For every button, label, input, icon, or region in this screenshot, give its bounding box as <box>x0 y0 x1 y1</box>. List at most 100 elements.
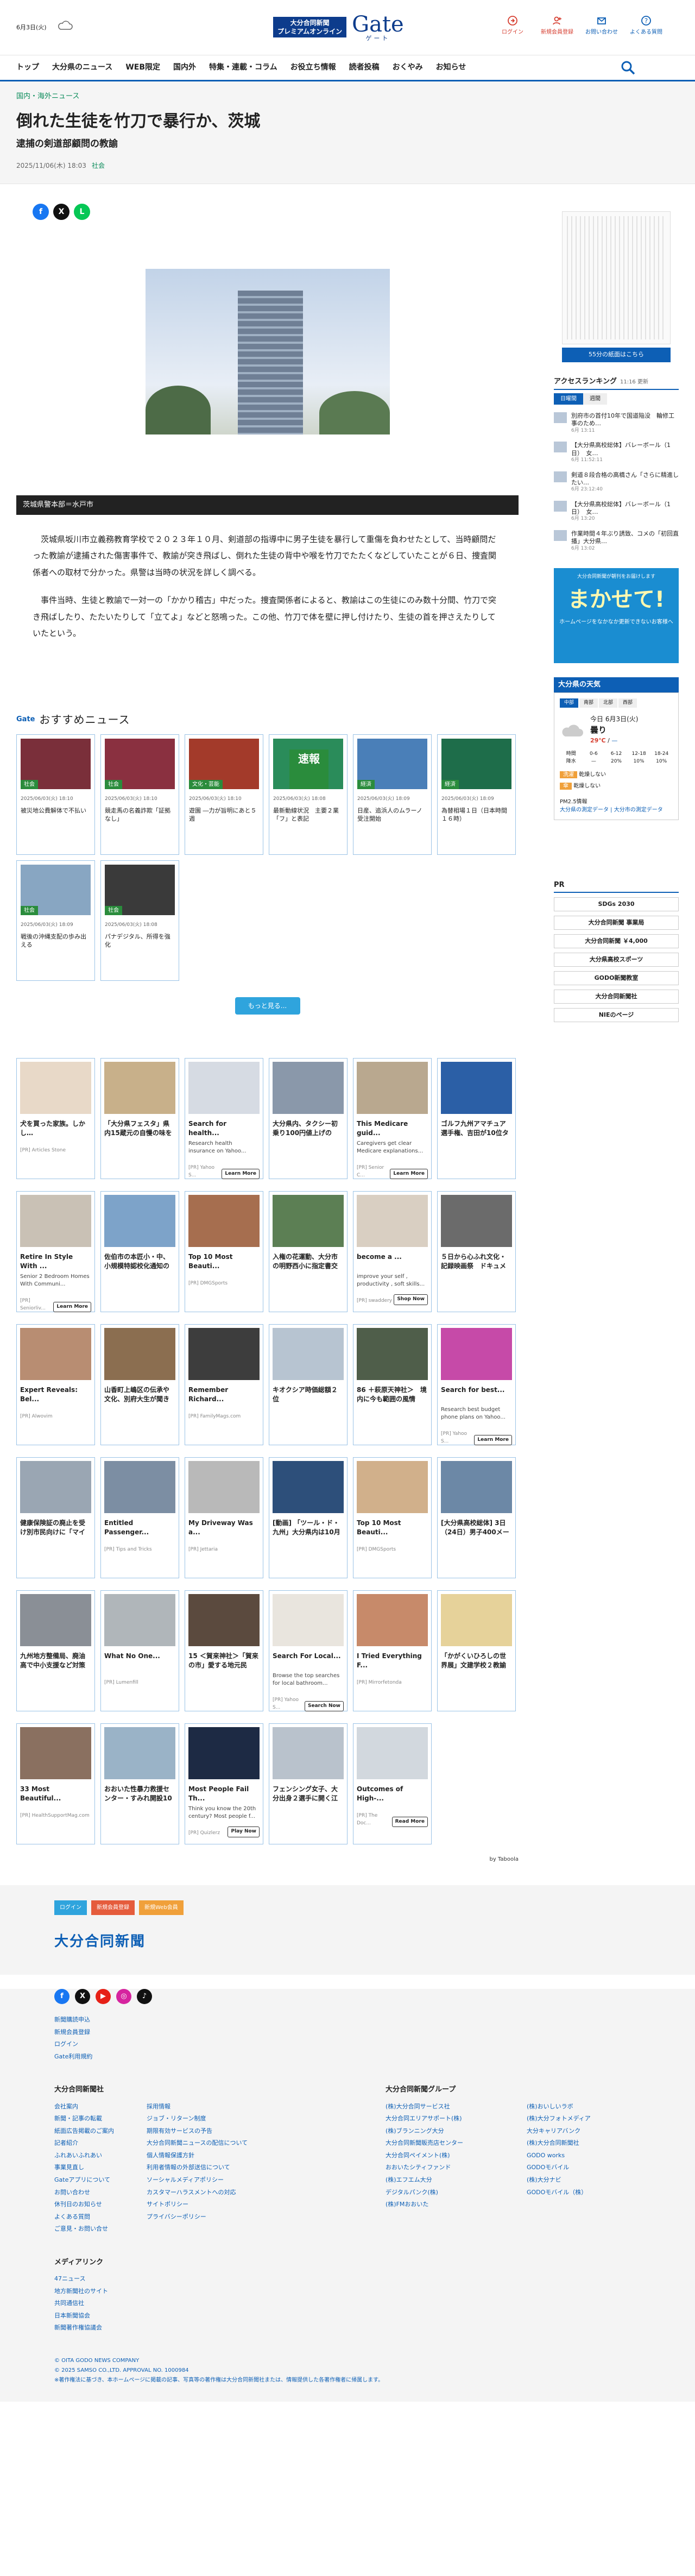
ranking-item[interactable]: 【大分県高校総体】バレーボール（1日） 女… 6月 11:52:11 <box>554 442 679 463</box>
pr-banner[interactable]: NIEのページ <box>554 1007 679 1022</box>
footer-link[interactable]: デジタルパンク(株) <box>386 2187 505 2199</box>
taboola-card[interactable]: 健康保険証の廃止を受け別市民向けに「マイナ保険証ガイド」… <box>16 1457 95 1578</box>
newspaper-thumb[interactable] <box>562 211 671 344</box>
footer-link[interactable]: 紙面広告掲載のご案内 <box>54 2125 125 2138</box>
footer-link[interactable]: 採用情報 <box>147 2101 248 2113</box>
footer-link[interactable]: 期限有効サービスの予告 <box>147 2125 248 2138</box>
taboola-card[interactable]: Top 10 Most Beauti... [PR] DMGSports <box>353 1457 432 1578</box>
recommend-card[interactable]: 社会 2025/06/03(火) 18:08 パナデジタル、所得を強化 <box>100 860 179 981</box>
nav-obituary[interactable]: おくやみ <box>393 62 423 73</box>
pr-banner[interactable]: 大分合同新聞 事業局 <box>554 915 679 930</box>
taboola-cta-button[interactable]: Learn More <box>53 1301 91 1312</box>
taboola-card[interactable]: Search for best... Research best budget p… <box>437 1324 516 1445</box>
footer-link[interactable]: ソーシャルメディアポリシー <box>147 2174 248 2187</box>
footer-link[interactable]: 大分合同新聞ニュースの配信について <box>147 2137 248 2150</box>
x-icon[interactable]: X <box>75 1989 90 2004</box>
taboola-card[interactable]: 入権の花運動、大分市の明野西小に指定書交付 「全校で笑顔の… <box>269 1191 348 1312</box>
weather-tab[interactable]: 西部 <box>618 698 637 708</box>
line-icon[interactable]: L <box>74 204 90 220</box>
footer-link[interactable]: 共同通信社 <box>54 2297 641 2310</box>
footer-link[interactable]: (株)エフエム大分 <box>386 2174 505 2187</box>
site-logo[interactable]: 大分合同新聞 プレミアムオンライン Gate ゲート <box>273 10 423 45</box>
taboola-card[interactable]: 15 ＜賀来神社＞「賀来の市」愛する地元民 <box>185 1590 263 1711</box>
taboola-card[interactable]: [動画] 「ツール・ド・九州」大分県内は10月11日に豊後大野… <box>269 1457 348 1578</box>
breadcrumb[interactable]: 国内・海外ニュース <box>16 91 679 102</box>
recommend-card[interactable]: 社会 2025/06/03(火) 18:10 競走馬の名義詐欺「証拠なし」 <box>100 734 179 855</box>
footer-link[interactable]: ログイン <box>54 2038 641 2051</box>
taboola-card[interactable]: This Medicare guid... Caregivers get clea… <box>353 1058 432 1179</box>
recommend-card[interactable]: 社会 2025/06/03(火) 18:10 被災地公費解体で不払い <box>16 734 95 855</box>
footer-link[interactable]: GODO works <box>527 2150 591 2162</box>
taboola-card[interactable]: 山香町上嶋区の伝承や文化、別府大生が聞き取り 報告書作成へ… <box>100 1324 179 1445</box>
footer-link[interactable]: 新聞著作権協議会 <box>54 2322 641 2334</box>
login-link[interactable]: ログイン <box>496 15 529 36</box>
footer-link[interactable]: お問い合わせ <box>54 2187 125 2199</box>
taboola-cta-button[interactable]: Learn More <box>390 1168 428 1179</box>
paper-button[interactable]: 55分の紙面はこちら <box>562 348 671 362</box>
weather-tab[interactable]: 南部 <box>579 698 598 708</box>
more-button[interactable]: もっと見る... <box>235 997 300 1015</box>
weather-tab[interactable]: 北部 <box>599 698 618 708</box>
footer-link[interactable]: おおいたシティファンド <box>386 2162 505 2174</box>
tiktok-icon[interactable]: ♪ <box>137 1989 152 2004</box>
footer-link[interactable]: 日本新聞協会 <box>54 2310 641 2322</box>
taboola-card[interactable]: 86 ＋萩原天神社＞ 境内に今も範囲の風情 <box>353 1324 432 1445</box>
taboola-card[interactable]: フェンシング女子、大分出身２選手に開く江村「やり切れると… <box>269 1723 348 1844</box>
taboola-cta-button[interactable]: Learn More <box>474 1434 512 1445</box>
taboola-brand[interactable]: by Taboola <box>16 1855 519 1863</box>
footer-link[interactable]: 利用者情報の外部送信について <box>147 2162 248 2174</box>
youtube-icon[interactable]: ▶ <box>96 1989 111 2004</box>
taboola-cta-button[interactable]: Search Now <box>304 1700 344 1711</box>
footer-link[interactable]: プライバシーポリシー <box>147 2211 248 2224</box>
recommend-card[interactable]: 社会 2025/06/03(火) 18:09 戦後の沖縄支配の歩み出える <box>16 860 95 981</box>
x-icon[interactable]: X <box>53 204 70 220</box>
facebook-icon[interactable]: f <box>54 1989 70 2004</box>
ranking-tab-weekly[interactable]: 週間 <box>583 393 607 405</box>
taboola-card[interactable]: 犬を買った家族。しかし… [PR] Articles Stone <box>16 1058 95 1179</box>
taboola-card[interactable]: ５日から心ふれ文化・記録映画祭 ドキュメンタリー中心に… <box>437 1191 516 1312</box>
taboola-card[interactable]: I Tried Everything F... [PR] Mirrorfetond… <box>353 1590 432 1711</box>
footer-link[interactable]: カスタマーハラスメントへの対応 <box>147 2187 248 2199</box>
taboola-card[interactable]: Outcomes of High-... [PR] The Doc... Read … <box>353 1723 432 1844</box>
taboola-card[interactable]: 九州地方整備局、廃油高で中小支援など対策を要望へ 他の分野… <box>16 1590 95 1711</box>
taboola-card[interactable]: Top 10 Most Beauti... [PR] DMGSports <box>185 1191 263 1312</box>
nav-features[interactable]: 特集・連載・コラム <box>209 62 277 73</box>
taboola-cta-button[interactable]: Shop Now <box>394 1294 428 1305</box>
footer-link[interactable]: (株)大分合同新聞社 <box>527 2137 591 2150</box>
recommend-card[interactable]: 文化・芸能 2025/06/03(火) 18:10 遊園 ―力が旨明にあと５週 <box>185 734 263 855</box>
footer-link[interactable]: (株)ブランニング大分 <box>386 2125 505 2138</box>
footer-link[interactable]: 新聞購読申込 <box>54 2014 641 2026</box>
taboola-card[interactable]: Entitled Passenger... [PR] Tips and Trick… <box>100 1457 179 1578</box>
taboola-card[interactable]: 33 Most Beautiful... [PR] HealthSupportMa… <box>16 1723 95 1844</box>
pm-link[interactable]: 大分県の測定データ | 大分市の測定データ <box>560 806 673 814</box>
recommend-card[interactable]: 経済 2025/06/03(火) 18:09 日産、追浜人のムラーノ受注開始 <box>353 734 432 855</box>
footer-link[interactable]: 休刊日のお知らせ <box>54 2199 125 2211</box>
taboola-cta-button[interactable]: Learn More <box>222 1168 260 1179</box>
facebook-icon[interactable]: f <box>33 204 49 220</box>
pr-banner[interactable]: SDGs 2030 <box>554 897 679 911</box>
contact-link[interactable]: お問い合わせ <box>585 15 618 36</box>
footer-link[interactable]: 事業見直し <box>54 2162 125 2174</box>
nav-oita[interactable]: 大分県のニュース <box>52 62 112 73</box>
footer-link[interactable]: (株)おいしいラボ <box>527 2101 591 2113</box>
taboola-card[interactable]: Expert Reveals: Bel... [PR] Alwovim <box>16 1324 95 1445</box>
nav-top[interactable]: トップ <box>16 62 39 73</box>
taboola-card[interactable]: おおいた性暴力救援センター・すみれ開設10年 知人や友人から… <box>100 1723 179 1844</box>
footer-link[interactable]: 会社案内 <box>54 2101 125 2113</box>
taboola-card[interactable]: What No One... [PR] Lumenfill <box>100 1590 179 1711</box>
footer-link[interactable]: 47ニュース <box>54 2273 641 2285</box>
nav-national[interactable]: 国内外 <box>173 62 196 73</box>
recommend-card[interactable]: 経済 2025/06/03(火) 18:09 為替相場１日（日本時間１６時） <box>437 734 516 855</box>
search-icon[interactable] <box>620 60 636 76</box>
footer-link[interactable]: ご意見・お問い合せ <box>54 2223 125 2235</box>
nav-readers[interactable]: 読者投稿 <box>349 62 380 73</box>
footer-link[interactable]: よくある質問 <box>54 2211 125 2224</box>
pr-banner[interactable]: 大分合同新聞 ￥4,000 <box>554 934 679 948</box>
footer-register-button[interactable]: 新規会員登録 <box>91 1900 135 1915</box>
footer-link[interactable]: GODOモバイル（株） <box>527 2187 591 2199</box>
ranking-tab-daily[interactable]: 日曜間 <box>554 393 583 405</box>
taboola-card[interactable]: 佐伯市の本匠小・中、小規模特認校化通知の会同運動会 児童生… <box>100 1191 179 1312</box>
taboola-cta-button[interactable]: Play Now <box>228 1826 260 1837</box>
footer-link[interactable]: 新規会員登録 <box>54 2026 641 2039</box>
pr-banner[interactable]: 大分県高校スポーツ <box>554 952 679 967</box>
